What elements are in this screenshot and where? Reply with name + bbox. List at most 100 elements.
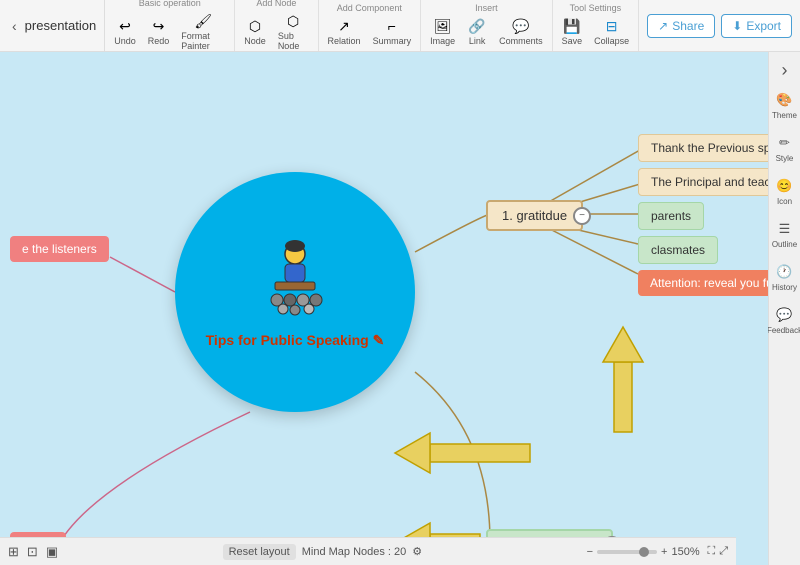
export-button[interactable]: ⬇ Export	[721, 14, 792, 38]
panel-item-outline[interactable]: ☰ Outline	[770, 216, 799, 253]
fit-icon[interactable]: ⊡	[27, 544, 38, 560]
parents-node[interactable]: parents	[638, 202, 704, 230]
relation-button[interactable]: ↗ Relation	[325, 15, 364, 48]
group-label-tool-settings: Tool Settings	[570, 3, 622, 13]
format-painter-icon: 🖌	[193, 12, 213, 30]
zoom-out-btn[interactable]: −	[587, 546, 593, 558]
save-button[interactable]: 💾 Save	[559, 15, 586, 48]
listeners-text: e the listeners	[22, 242, 97, 256]
image-button[interactable]: 🖼 Image	[427, 15, 458, 48]
collapse-button[interactable]: ⊟ Collapse	[591, 15, 632, 48]
export-icon: ⬇	[732, 19, 742, 33]
link-icon: 🔗	[467, 17, 487, 35]
zoom-slider[interactable]	[597, 550, 657, 554]
gratitude-text: 1. gratitdue	[502, 208, 567, 223]
bottom-right: − + 150% ⛶ ⤢	[587, 545, 728, 558]
redo-button[interactable]: ↪ Redo	[145, 15, 173, 48]
link-button[interactable]: 🔗 Link	[464, 15, 490, 48]
fit-screen-btn[interactable]: ⛶	[707, 545, 715, 558]
gratitude-node[interactable]: 1. gratitdue −	[486, 200, 583, 231]
toolbar: ‹ presentation Basic operation ↩ Undo ↪ …	[0, 0, 800, 52]
back-button[interactable]: ‹	[8, 16, 21, 36]
feedback-icon: 💬	[775, 306, 795, 324]
gratitude-collapse[interactable]: −	[573, 207, 591, 225]
history-label: History	[772, 283, 797, 292]
undo-label: Undo	[114, 36, 136, 46]
undo-icon: ↩	[115, 17, 135, 35]
comments-button[interactable]: 💬 Comments	[496, 15, 546, 48]
group-tool-settings: Tool Settings 💾 Save ⊟ Collapse	[553, 0, 640, 51]
icon-icon: 😊	[775, 177, 795, 195]
panel-item-theme[interactable]: 🎨 Theme	[770, 87, 799, 124]
attention-text: Attention: reveal you fu	[650, 276, 768, 290]
comments-label: Comments	[499, 36, 543, 46]
outline-label: Outline	[772, 240, 797, 249]
panel-item-history[interactable]: 🕐 History	[770, 259, 799, 296]
app-title: presentation	[25, 18, 97, 33]
summary-button[interactable]: ⌐ Summary	[370, 15, 415, 48]
arrow-up-indicator	[598, 322, 648, 447]
grid-icon[interactable]: ⊞	[8, 544, 19, 560]
group-items-insert: 🖼 Image 🔗 Link 💬 Comments	[427, 15, 546, 48]
group-items-tool-settings: 💾 Save ⊟ Collapse	[559, 15, 633, 48]
zoom-thumb	[639, 547, 649, 557]
canvas[interactable]: Tips for Public Speaking ✎ e the listene…	[0, 52, 768, 565]
group-basic-operation: Basic operation ↩ Undo ↪ Redo 🖌 Format P…	[105, 0, 235, 51]
node-icon: ⬡	[245, 17, 265, 35]
redo-icon: ↪	[149, 17, 169, 35]
central-circle: Tips for Public Speaking ✎	[175, 172, 415, 412]
feedback-label: Feedback	[767, 326, 800, 335]
toolbar-left: ‹ presentation	[0, 0, 105, 51]
toolbar-right: ↗ Share ⬇ Export	[639, 0, 800, 51]
expand-btn[interactable]: ⤢	[719, 545, 728, 558]
link-label: Link	[469, 36, 486, 46]
panel-collapse-btn[interactable]: ›	[782, 60, 788, 81]
icon-label: Icon	[777, 197, 792, 206]
panel-item-icon[interactable]: 😊 Icon	[773, 173, 797, 210]
relation-icon: ↗	[334, 17, 354, 35]
panel-item-style[interactable]: ✏ Style	[773, 130, 797, 167]
group-label-basic: Basic operation	[139, 0, 201, 8]
group-add-component: Add Component ↗ Relation ⌐ Summary	[319, 0, 422, 51]
thank-prev-node[interactable]: Thank the Previous spe	[638, 134, 768, 162]
classmates-text: clasmates	[651, 243, 705, 257]
classmates-node[interactable]: clasmates	[638, 236, 718, 264]
arrow-left-indicator	[390, 428, 540, 483]
image-icon: 🖼	[433, 17, 453, 35]
settings-icon[interactable]: ⚙	[412, 545, 422, 558]
group-items-add-component: ↗ Relation ⌐ Summary	[325, 15, 415, 48]
redo-label: Redo	[148, 36, 170, 46]
zoom-in-btn[interactable]: +	[661, 546, 667, 558]
share-label: Share	[672, 19, 704, 33]
node-label: Node	[244, 36, 266, 46]
share-button[interactable]: ↗ Share	[647, 14, 715, 38]
style-label: Style	[776, 154, 794, 163]
group-add-node: Add Node ⬡ Node ⬡ Sub Node	[235, 0, 318, 51]
principal-node[interactable]: The Principal and teach	[638, 168, 768, 196]
parents-text: parents	[651, 209, 691, 223]
save-label: Save	[562, 36, 583, 46]
export-label: Export	[746, 19, 781, 33]
group-insert: Insert 🖼 Image 🔗 Link 💬 Comments	[421, 0, 553, 51]
principal-text: The Principal and teach	[651, 175, 768, 189]
format-painter-button[interactable]: 🖌 Format Painter	[178, 10, 228, 53]
group-label-insert: Insert	[475, 3, 498, 13]
bottom-bar: ⊞ ⊡ ▣ Reset layout Mind Map Nodes : 20 ⚙…	[0, 537, 736, 565]
thank-prev-text: Thank the Previous spe	[651, 141, 768, 155]
image-label: Image	[430, 36, 455, 46]
attention-node[interactable]: Attention: reveal you fu	[638, 270, 768, 296]
listeners-node[interactable]: e the listeners	[10, 236, 109, 262]
comments-icon: 💬	[511, 17, 531, 35]
save-icon: 💾	[562, 17, 582, 35]
undo-button[interactable]: ↩ Undo	[111, 15, 139, 48]
sub-node-button[interactable]: ⬡ Sub Node	[275, 10, 312, 53]
central-icon	[255, 236, 335, 328]
node-button[interactable]: ⬡ Node	[241, 15, 269, 48]
group-items-basic: ↩ Undo ↪ Redo 🖌 Format Painter	[111, 10, 228, 53]
bottom-mid: Reset layout Mind Map Nodes : 20 ⚙	[66, 544, 579, 560]
panel-item-feedback[interactable]: 💬 Feedback	[765, 302, 800, 339]
fullscreen-icon[interactable]: ▣	[46, 544, 58, 560]
reset-layout-btn[interactable]: Reset layout	[223, 544, 296, 560]
theme-icon: 🎨	[775, 91, 795, 109]
theme-label: Theme	[772, 111, 797, 120]
